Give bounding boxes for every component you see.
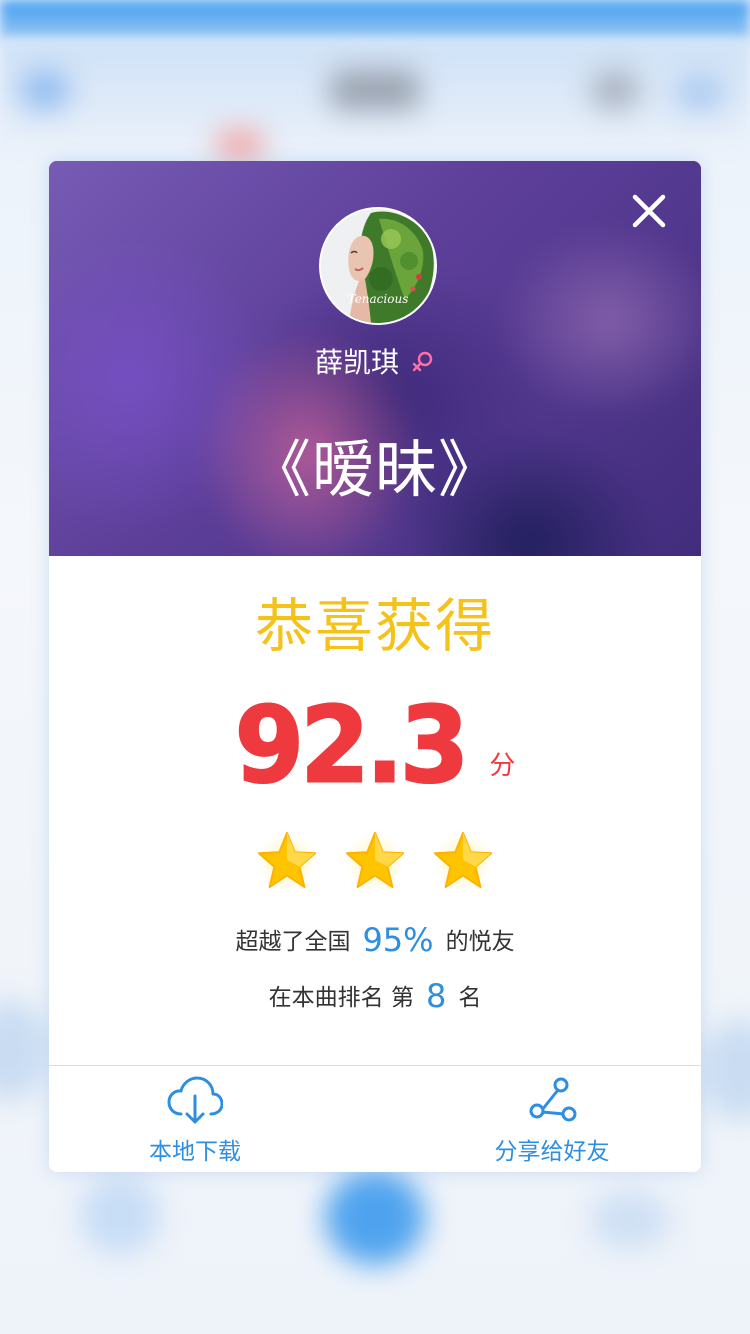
rank-prefix: 在本曲排名 第 <box>268 985 414 1011</box>
share-to-friends-label: 分享给好友 <box>494 1139 610 1165</box>
rank-suffix: 名 <box>458 985 482 1011</box>
percentile-suffix: 的悦友 <box>445 929 515 955</box>
background-record-button <box>325 1170 425 1265</box>
background-title <box>330 70 420 110</box>
song-hero-banner: Tenacious 薛凯琪 《暧昧》 <box>49 161 701 556</box>
star-icon <box>257 831 317 891</box>
close-button[interactable] <box>627 189 671 233</box>
divider <box>49 1065 701 1066</box>
background-status-bar <box>0 0 750 40</box>
score-display: 92.3 分 <box>49 684 701 807</box>
song-title: 《暧昧》 <box>248 433 501 506</box>
album-cover-text: Tenacious <box>348 292 409 306</box>
artist-row: 薛凯琪 <box>49 339 701 383</box>
local-download-label: 本地下载 <box>149 1139 241 1165</box>
artist-name: 薛凯琪 <box>314 346 399 379</box>
background-nav-icon <box>675 75 725 110</box>
congratulations-heading: 恭喜获得 <box>254 592 495 660</box>
share-to-friends-button[interactable]: 分享给好友 <box>452 1076 652 1166</box>
score-unit: 分 <box>489 751 516 781</box>
album-cover-image: Tenacious <box>321 209 435 323</box>
song-rank-text: 在本曲排名 第 8名 <box>49 977 701 1015</box>
background-shape <box>700 1020 750 1120</box>
star-icon <box>433 831 493 891</box>
background-nav-icon <box>590 70 640 110</box>
background-bottom-button <box>590 1190 670 1250</box>
background-shape <box>0 1000 50 1100</box>
score-result-modal: Tenacious 薛凯琪 《暧昧》 恭喜获得 92.3 分 超越了全国 95%… <box>49 161 701 1172</box>
rank-value: 8 <box>425 977 447 1015</box>
local-download-button[interactable]: 本地下载 <box>95 1076 295 1166</box>
artist-avatar: Tenacious <box>319 207 437 325</box>
background-bottom-button <box>80 1175 160 1255</box>
cloud-download-icon <box>167 1076 223 1124</box>
background-back-button <box>20 70 70 110</box>
star-icon <box>345 831 405 891</box>
background-badge <box>215 130 265 160</box>
share-icon <box>529 1077 577 1122</box>
female-symbol-icon <box>412 351 433 372</box>
close-icon <box>632 194 666 228</box>
percentile-prefix: 超越了全国 <box>235 929 351 955</box>
star-rating <box>49 829 701 899</box>
score-value: 92.3 <box>234 684 471 807</box>
percentile-value: 95% <box>362 921 434 959</box>
national-percentile-text: 超越了全国 95% 的悦友 <box>49 921 701 959</box>
